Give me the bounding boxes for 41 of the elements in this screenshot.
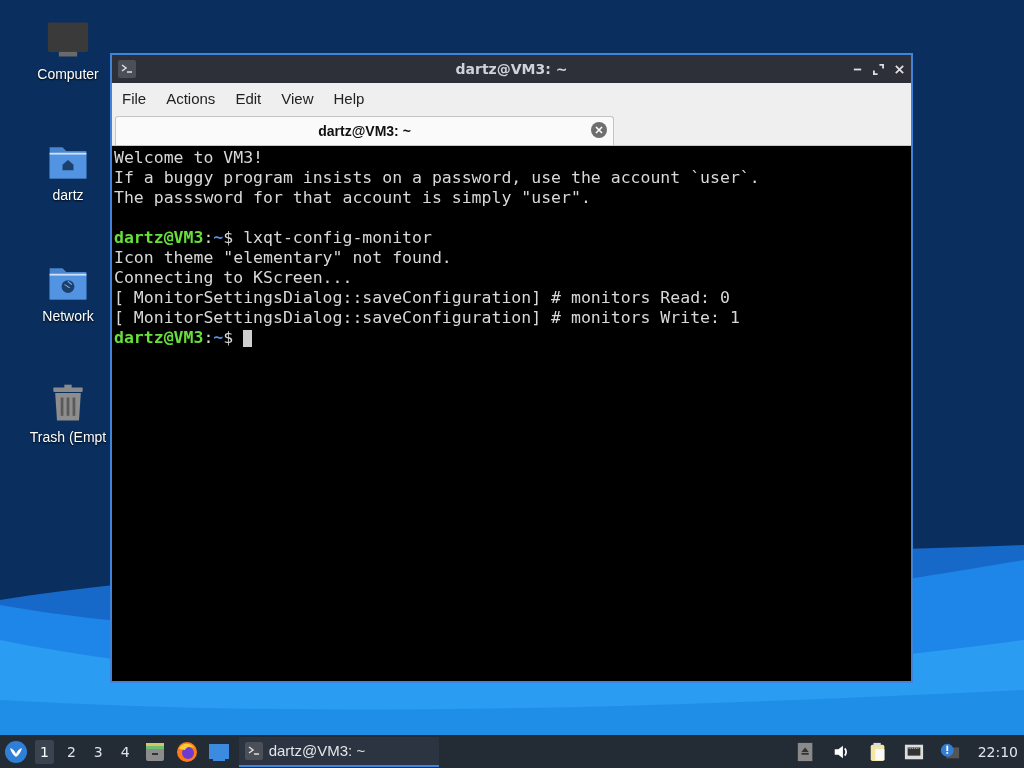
menu-item[interactable]: File xyxy=(114,87,155,109)
prompt-separator: : xyxy=(203,228,214,248)
tab[interactable]: dartz@VM3: ~ xyxy=(115,116,614,145)
command-text: $ xyxy=(223,328,234,348)
desktop-switch[interactable]: 2 xyxy=(61,739,81,764)
desktop-switch[interactable]: 3 xyxy=(88,739,108,764)
maximize-icon[interactable] xyxy=(873,63,884,75)
terminal-line: Welcome to VM3! xyxy=(114,148,263,168)
close-icon[interactable] xyxy=(894,63,905,75)
prompt-user: dartz@VM3 xyxy=(114,328,204,348)
terminal-icon xyxy=(118,60,136,78)
prompt-separator: : xyxy=(203,328,214,348)
close-tab-icon[interactable] xyxy=(591,122,607,138)
terminal-line: [ MonitorSettingsDialog::saveConfiguration] # monitors Read: 0 xyxy=(114,288,730,308)
prompt-path: ~ xyxy=(213,228,224,248)
desktop-switch[interactable]: 4 xyxy=(115,739,135,764)
browser-icon[interactable] xyxy=(175,740,198,763)
icon-label[interactable]: Trash (Empt xyxy=(29,429,107,445)
tab-label: dartz@VM3: ~ xyxy=(318,123,411,139)
clock[interactable]: 22:10 xyxy=(977,743,1018,760)
icon-label[interactable]: Network xyxy=(42,308,94,324)
menu-item[interactable]: Help xyxy=(325,87,373,109)
terminal-line: Icon theme "elementary" not found. xyxy=(114,248,452,268)
window-title: dartz@VM3: ~ xyxy=(455,61,568,77)
prompt-user: dartz@VM3 xyxy=(114,228,204,248)
file-cabinet-icon[interactable] xyxy=(143,740,166,763)
prompt-path: ~ xyxy=(213,328,224,348)
terminal-line: [ MonitorSettingsDialog::saveConfiguration] # monitors Write: 1 xyxy=(114,308,740,328)
task-button[interactable]: dartz@VM3: ~ xyxy=(238,736,439,767)
terminal-icon xyxy=(244,741,263,760)
menu-item[interactable]: View xyxy=(273,87,322,109)
terminal-line: The passsword for that account is simply "user". xyxy=(114,188,591,208)
desktop-switch[interactable]: 1 xyxy=(35,739,54,764)
start-menu-icon[interactable] xyxy=(5,740,27,763)
command-text: $ lxqt-config-monitor xyxy=(223,228,432,248)
icon-label[interactable]: Computer xyxy=(37,66,99,82)
terminal-line: Connecting to KScreen... xyxy=(114,268,353,288)
icon-label[interactable]: dartz xyxy=(52,187,84,203)
menu-item[interactable]: Actions xyxy=(158,87,224,109)
terminal-line: If a buggy program insists on a password, use the account `user`. xyxy=(114,168,760,188)
menu-item[interactable]: Edit xyxy=(227,87,270,109)
